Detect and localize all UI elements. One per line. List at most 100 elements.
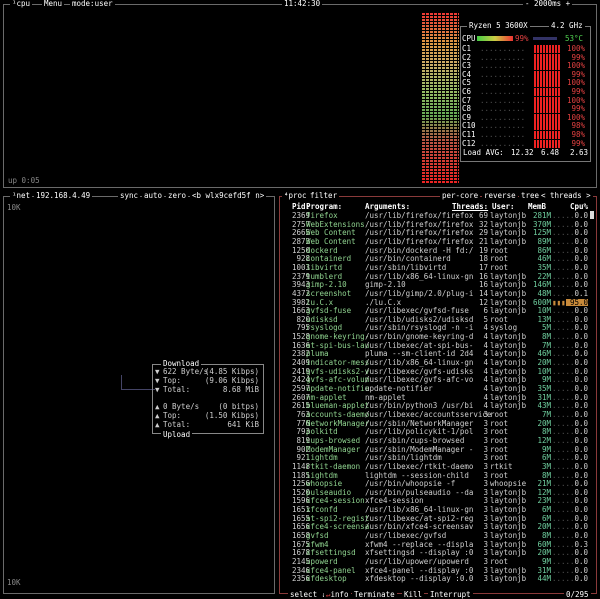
process-mem: 23M bbox=[537, 496, 551, 506]
col-user[interactable]: User: bbox=[492, 203, 515, 211]
cpu-core-bar bbox=[534, 70, 560, 79]
interface-selector[interactable]: <b wlx9cefd5f n> bbox=[190, 192, 267, 200]
refresh-rate[interactable]: - 2000ms + bbox=[523, 0, 573, 8]
filter-label: filter bbox=[310, 191, 338, 200]
table-row[interactable]: 2873 Web Content/usr/lib/firefox/firefox 2… bbox=[284, 238, 588, 246]
process-cpu: 0.0 bbox=[574, 245, 588, 255]
process-program: rsyslogd bbox=[306, 323, 343, 333]
tree-toggle[interactable]: tree bbox=[519, 192, 542, 200]
clock: 11:42:30 bbox=[282, 0, 323, 8]
col-threads[interactable]: Threads: bbox=[452, 203, 488, 211]
process-args: /usr/lib/x86_64-linux-gn bbox=[365, 271, 474, 281]
net-tab[interactable]: ¹net bbox=[10, 192, 33, 200]
process-args: /usr/lib/firefox/firefox bbox=[365, 236, 474, 246]
per-core-toggle[interactable]: per-core bbox=[440, 192, 481, 200]
process-threads: 3 bbox=[483, 409, 488, 419]
cpu-stats-box: Ryzen 5 3600X 4.2 GHz CPU 99% 53°C C1...… bbox=[460, 22, 591, 162]
terminate-label: Terminate bbox=[354, 589, 395, 599]
cpu-core-graph: .......... bbox=[480, 121, 526, 131]
process-threads: 3 bbox=[483, 418, 488, 428]
sort-selector[interactable]: < threads > bbox=[539, 192, 593, 200]
process-mem: 8M bbox=[541, 427, 551, 437]
mode-selector[interactable]: mode:user bbox=[70, 0, 115, 8]
select-hint[interactable]: select ↓ bbox=[288, 590, 329, 598]
col-mem[interactable]: MemB bbox=[528, 203, 546, 211]
col-program[interactable]: Program: bbox=[306, 203, 342, 211]
process-mem: 12M bbox=[537, 435, 551, 445]
table-row[interactable]: 1003 libvirtd/usr/sbin/libvirtd 17 root 35M.… bbox=[284, 264, 588, 272]
process-user: root bbox=[490, 444, 509, 454]
process-args: /usr/lib/udisks2/udisksd bbox=[365, 314, 474, 324]
cpu-core-graph: .......... bbox=[480, 52, 526, 62]
process-threads: 3 bbox=[483, 557, 488, 566]
process-args: /usr/bin/python3 /usr/bi bbox=[365, 401, 474, 411]
process-args: /usr/bin/xfce4-screensav bbox=[365, 522, 474, 532]
col-arguments[interactable]: Arguments: bbox=[365, 203, 410, 211]
interrupt-button[interactable]: Interrupt bbox=[428, 590, 473, 598]
process-args: /usr/bin/dockerd -H fd:/ bbox=[365, 245, 474, 255]
process-cpu: 0.0 bbox=[574, 340, 588, 350]
scrollbar[interactable] bbox=[590, 211, 594, 219]
sync-toggle[interactable]: sync bbox=[118, 192, 141, 200]
process-args: /usr/bin/gnome-keyring-d bbox=[365, 332, 474, 342]
table-row[interactable]: 2356 xfdesktop xfdesktop --display :0.0 3 la… bbox=[284, 575, 588, 583]
cpu-tab[interactable]: ¹cpu bbox=[10, 0, 33, 8]
process-cpu: 0.0 bbox=[574, 479, 588, 489]
process-threads: 19 bbox=[478, 245, 488, 255]
process-args: /usr/libexec/rtkit-daemo bbox=[365, 461, 474, 471]
process-mem: 6M bbox=[541, 505, 551, 515]
process-user: root bbox=[490, 254, 509, 264]
process-mem: 8M bbox=[541, 531, 551, 541]
download-arrow-icon: ▼ bbox=[155, 376, 160, 385]
proc-tab[interactable]: ⁴proc bbox=[282, 192, 309, 200]
process-args: /usr/libexec/at-spi-bus- bbox=[365, 340, 474, 350]
process-program: accounts-daemo bbox=[306, 409, 370, 419]
col-cpu[interactable]: Cpu% bbox=[570, 203, 588, 211]
upload-label: Total: bbox=[163, 420, 191, 429]
process-threads: 4 bbox=[483, 401, 488, 411]
reverse-toggle[interactable]: reverse bbox=[482, 192, 518, 200]
process-args: /usr/lib/x86_64-linux-gn bbox=[365, 505, 474, 515]
table-row[interactable]: 763 accounts-daemo/usr/libexec/accountsse… bbox=[284, 411, 588, 419]
process-threads: 3 bbox=[483, 531, 488, 541]
cpu-core-pct: 99% bbox=[571, 104, 585, 114]
table-row[interactable]: 1148 rtkit-daemon/usr/libexec/rtkit-daemo… bbox=[284, 463, 588, 471]
process-cpu: 0.0 bbox=[574, 254, 588, 264]
process-mem: 8M bbox=[541, 332, 551, 342]
process-program: udisksd bbox=[306, 314, 338, 324]
process-threads: 4 bbox=[483, 323, 488, 333]
upload-title: Upload bbox=[161, 429, 193, 439]
menu-button[interactable]: Menu bbox=[42, 0, 65, 8]
terminate-button[interactable]: Terminate bbox=[352, 589, 397, 599]
table-row[interactable]: 4372 screenshot/usr/lib/gimp/2.0/plug-i 14… bbox=[284, 290, 588, 298]
process-program: blueman-applet bbox=[306, 401, 370, 411]
process-mem: 21M bbox=[537, 479, 551, 489]
filter-button[interactable]: filter bbox=[308, 191, 340, 200]
cpu-core-graph: .......... bbox=[480, 104, 526, 114]
process-program: gnome-keyring- bbox=[306, 332, 370, 342]
process-mem: 20M bbox=[537, 548, 551, 558]
process-threads: 6 bbox=[483, 306, 488, 316]
auto-toggle[interactable]: auto bbox=[142, 192, 165, 200]
zero-toggle[interactable]: zero bbox=[166, 192, 189, 200]
process-threads: 3 bbox=[483, 496, 488, 506]
cpu-core-bar bbox=[534, 62, 560, 71]
load-1: 12.32 bbox=[511, 148, 534, 157]
process-threads: 4 bbox=[483, 332, 488, 342]
process-cpu: 0.0 bbox=[574, 505, 588, 515]
table-row[interactable]: 819 cups-browsed/usr/sbin/cups-browsed 3 ro… bbox=[284, 437, 588, 445]
process-user: laytonjb bbox=[490, 349, 527, 359]
info-button[interactable]: ↵info bbox=[324, 590, 351, 598]
process-args: /usr/bin/whoopsie -f bbox=[365, 479, 456, 489]
process-threads: 3 bbox=[483, 487, 488, 497]
process-threads: 3 bbox=[483, 548, 488, 558]
process-program: gvfsd bbox=[306, 531, 329, 541]
cpu-core-pct: 100% bbox=[566, 112, 585, 122]
process-threads: 3 bbox=[483, 453, 488, 463]
process-cpu: 0.0 bbox=[574, 366, 588, 376]
process-mem: 6M bbox=[541, 513, 551, 523]
process-threads: 4 bbox=[483, 349, 488, 359]
process-program: polkitd bbox=[306, 427, 338, 437]
kill-button[interactable]: Kill bbox=[402, 590, 425, 598]
cpu-core-row: C8.......... 99% bbox=[462, 104, 588, 114]
